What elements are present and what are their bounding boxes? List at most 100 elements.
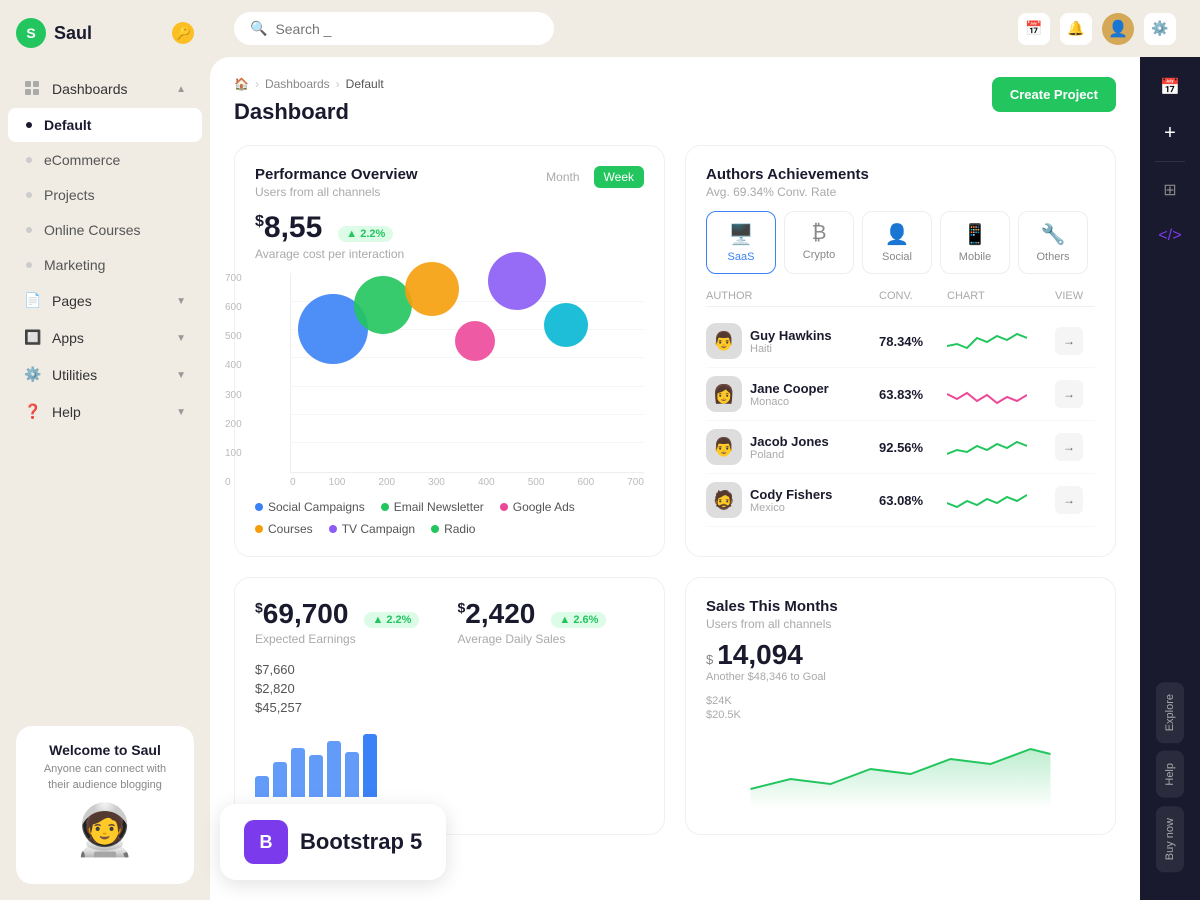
sidebar-item-utilities[interactable]: ⚙️ Utilities ▼ xyxy=(8,357,202,393)
chart-legend: Social Campaigns Email Newsletter Google… xyxy=(255,500,644,536)
buy-now-button[interactable]: Buy now xyxy=(1156,806,1184,872)
logo-badge: 🔑 xyxy=(172,22,194,44)
mobile-icon: 📱 xyxy=(963,222,988,247)
avatar-4: 🧔 xyxy=(706,482,742,518)
x-axis: 0 100 200 300 400 500 600 700 xyxy=(290,477,644,488)
sidebar-item-apps[interactable]: 🔲 Apps ▼ xyxy=(8,320,202,356)
online-courses-dot xyxy=(26,227,32,233)
calendar-icon[interactable]: 📅 xyxy=(1018,13,1050,45)
author-name-3: Jacob Jones xyxy=(750,434,829,449)
cat-label-mobile: Mobile xyxy=(959,251,991,263)
authors-sub: Avg. 69.34% Conv. Rate xyxy=(706,185,869,199)
page-title: Dashboard xyxy=(234,99,384,125)
breadcrumb-dashboards[interactable]: Dashboards xyxy=(265,77,330,91)
y-label-2: $20.5K xyxy=(706,709,1095,721)
sidebar-item-online-courses[interactable]: Online Courses xyxy=(8,213,202,247)
author-country-4: Mexico xyxy=(750,502,832,514)
bubble-yellow xyxy=(405,262,459,316)
apps-chevron: ▼ xyxy=(176,333,186,344)
bootstrap-badge: B Bootstrap 5 xyxy=(220,804,446,880)
legend-email: Email Newsletter xyxy=(381,500,484,514)
header-conv: CONV. xyxy=(879,290,939,302)
cat-tab-crypto[interactable]: ₿ Crypto xyxy=(784,211,854,274)
cat-tab-saas[interactable]: 🖥️ SaaS xyxy=(706,211,776,274)
cat-tab-others[interactable]: 🔧 Others xyxy=(1018,211,1088,274)
page-header: 🏠 › Dashboards › Default Dashboard Creat… xyxy=(234,77,1116,145)
sidebar-item-projects[interactable]: Projects xyxy=(8,178,202,212)
breadcrumb-current: Default xyxy=(346,77,384,91)
performance-sub: Users from all channels xyxy=(255,185,418,199)
sidebar-bottom: Welcome to Saul Anyone can connect with … xyxy=(0,710,210,900)
sidebar-logo: S Saul 🔑 xyxy=(0,0,210,66)
others-icon: 🔧 xyxy=(1041,222,1066,247)
sidebar-item-help[interactable]: ❓ Help ▼ xyxy=(8,394,202,430)
view-btn-2[interactable]: → xyxy=(1055,380,1083,408)
dashboards-icon xyxy=(24,80,42,98)
legend-tv: TV Campaign xyxy=(329,522,415,536)
rp-divider xyxy=(1155,161,1185,162)
sidebar-item-pages[interactable]: 📄 Pages ▼ xyxy=(8,283,202,319)
bubble-chart xyxy=(290,273,644,473)
tab-week[interactable]: Week xyxy=(594,166,644,188)
authors-table-header: AUTHOR CONV. CHART VIEW xyxy=(706,286,1095,307)
marketing-dot xyxy=(26,262,32,268)
pages-chevron: ▼ xyxy=(176,296,186,307)
plus-rp-icon[interactable]: + xyxy=(1152,115,1188,151)
content-main: 🏠 › Dashboards › Default Dashboard Creat… xyxy=(210,57,1140,900)
dashboards-chevron: ▲ xyxy=(176,84,186,95)
online-courses-label: Online Courses xyxy=(44,222,141,238)
legend-dot-tv xyxy=(329,525,337,533)
earnings-card: $69,700 ▲ 2.2% Expected Earnings $2,420 … xyxy=(234,577,665,835)
author-info-4: 🧔 Cody Fishers Mexico xyxy=(706,482,871,518)
create-project-button[interactable]: Create Project xyxy=(992,77,1116,112)
help-side-button[interactable]: Help xyxy=(1156,751,1184,798)
legend-dot-google xyxy=(500,503,508,511)
breadcrumb: 🏠 › Dashboards › Default xyxy=(234,77,384,91)
content-area: 🏠 › Dashboards › Default Dashboard Creat… xyxy=(210,57,1200,900)
avatar-1: 👨 xyxy=(706,323,742,359)
legend-label-radio: Radio xyxy=(444,522,475,536)
bar-7 xyxy=(363,734,377,797)
author-row: 👨 Jacob Jones Poland 92.56% → xyxy=(706,421,1095,474)
cat-label-crypto: Crypto xyxy=(803,249,835,261)
daily-sales-value: $2,420 xyxy=(458,598,536,630)
legend-label-google: Google Ads xyxy=(513,500,575,514)
sidebar-item-ecommerce[interactable]: eCommerce xyxy=(8,143,202,177)
right-panel: 📅 + ⊞ </> Explore Help Buy now xyxy=(1140,57,1200,900)
sales-card: Sales This Months Users from all channel… xyxy=(685,577,1116,835)
tab-month[interactable]: Month xyxy=(536,166,589,188)
user-avatar[interactable]: 👤 xyxy=(1102,13,1134,45)
sales-sub: Users from all channels xyxy=(706,617,1095,631)
view-btn-3[interactable]: → xyxy=(1055,433,1083,461)
explore-button[interactable]: Explore xyxy=(1156,682,1184,743)
legend-label-email: Email Newsletter xyxy=(394,500,484,514)
calendar-rp-icon[interactable]: 📅 xyxy=(1152,69,1188,105)
legend-dot-email xyxy=(381,503,389,511)
earnings-value: $69,700 xyxy=(255,598,348,630)
breadcrumb-home[interactable]: 🏠 xyxy=(234,77,249,91)
sidebar: S Saul 🔑 Dashboards ▲ Default eCommerce … xyxy=(0,0,210,900)
search-input[interactable] xyxy=(275,21,538,37)
bubble-pink xyxy=(455,321,495,361)
legend-radio: Radio xyxy=(431,522,475,536)
grid-rp-icon[interactable]: ⊞ xyxy=(1152,172,1188,208)
cat-label-saas: SaaS xyxy=(728,251,755,263)
cat-tab-social[interactable]: 👤 Social xyxy=(862,211,932,274)
sales-goal: Another $48,346 to Goal xyxy=(706,671,1095,683)
sidebar-item-dashboards[interactable]: Dashboards ▲ xyxy=(8,71,202,107)
sidebar-item-default[interactable]: Default xyxy=(8,108,202,142)
default-dot xyxy=(26,122,32,128)
authors-title: Authors Achievements xyxy=(706,166,869,183)
search-box[interactable]: 🔍 xyxy=(234,12,554,45)
view-btn-1[interactable]: → xyxy=(1055,327,1083,355)
code-rp-icon[interactable]: </> xyxy=(1152,218,1188,254)
apps-icon: 🔲 xyxy=(24,329,42,347)
cat-tab-mobile[interactable]: 📱 Mobile xyxy=(940,211,1010,274)
view-btn-4[interactable]: → xyxy=(1055,486,1083,514)
notification-icon[interactable]: 🔔 xyxy=(1060,13,1092,45)
settings-icon[interactable]: ⚙️ xyxy=(1144,13,1176,45)
bar-6 xyxy=(345,752,359,798)
author-row: 👨 Guy Hawkins Haiti 78.34% → xyxy=(706,315,1095,368)
conv-rate-2: 63.83% xyxy=(879,387,939,402)
sidebar-item-marketing[interactable]: Marketing xyxy=(8,248,202,282)
